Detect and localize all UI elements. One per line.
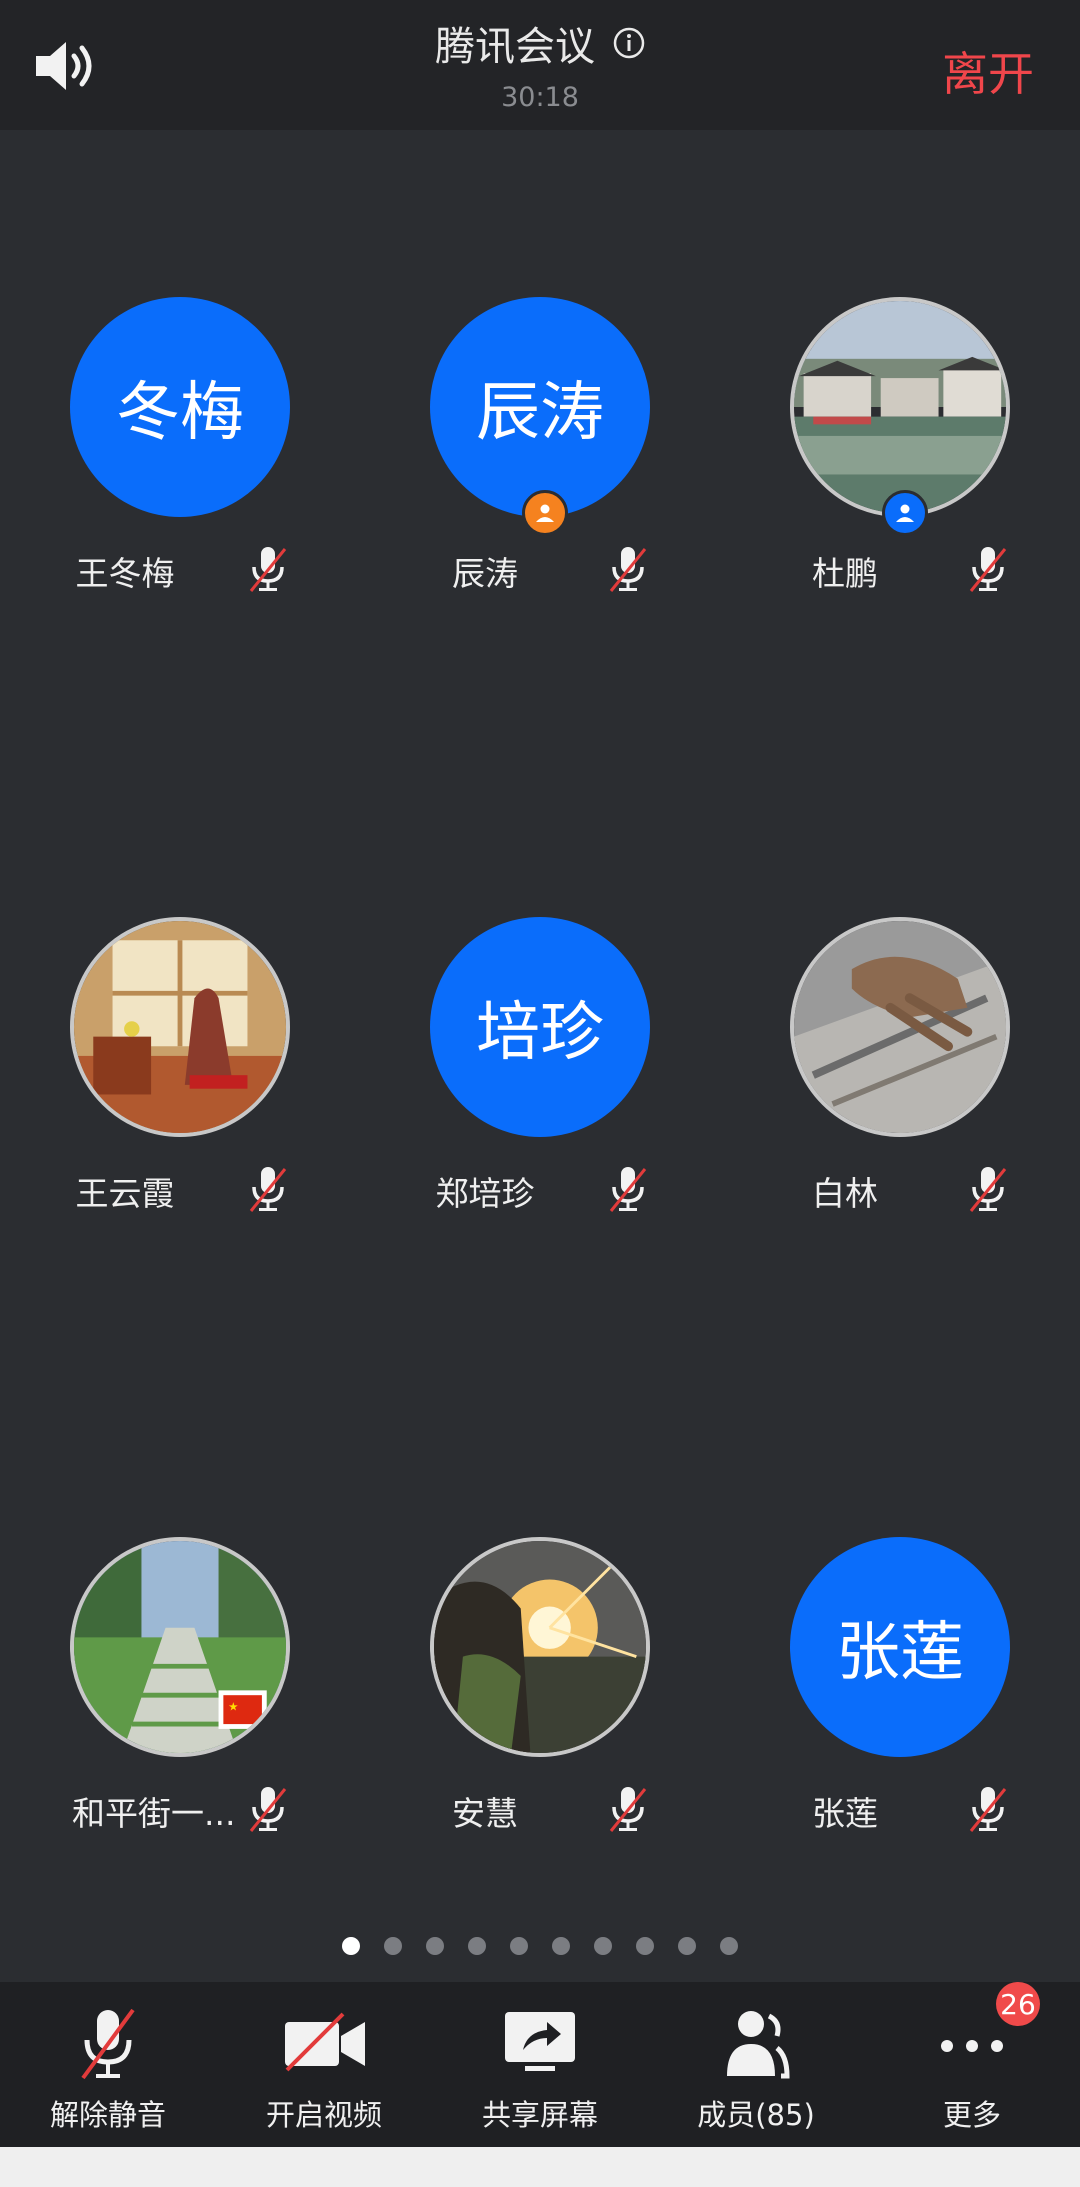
share-screen-label: 共享屏幕 (481, 2098, 598, 2132)
participant-tile[interactable]: 张莲 张莲 (720, 1537, 1080, 1867)
avatar: 培珍 (430, 917, 650, 1137)
mic-muted-icon (249, 1167, 287, 1212)
page-dot[interactable] (594, 1937, 612, 1955)
avatar (790, 297, 1010, 517)
participant-tile[interactable]: 培珍 郑培珍 (360, 917, 720, 1247)
meeting-title[interactable]: 腾讯会议 (435, 14, 645, 72)
video-off-icon (285, 2012, 365, 2072)
unmute-label: 解除静音 (49, 2098, 166, 2132)
share-screen-icon (505, 2012, 575, 2071)
garden-path-photo: ★ (74, 1541, 286, 1753)
more-button[interactable]: 26 更多 (864, 1982, 1080, 2147)
members-icon (727, 2011, 790, 2079)
avatar: 张莲 (790, 1537, 1010, 1757)
page-dot[interactable] (720, 1937, 738, 1955)
page-dot[interactable] (636, 1937, 654, 1955)
start-video-button[interactable]: 开启视频 (216, 1982, 432, 2147)
avatar: ★ (70, 1537, 290, 1757)
page-dot[interactable] (678, 1937, 696, 1955)
meeting-title-text: 腾讯会议 (435, 24, 595, 70)
participant-tile[interactable]: 杜鹏 (720, 297, 1080, 627)
participant-tile[interactable]: 安慧 (360, 1537, 720, 1867)
start-video-label: 开启视频 (265, 2098, 382, 2132)
participant-name: 和平街一... (72, 1794, 236, 1833)
info-icon[interactable] (613, 27, 645, 59)
participant-name: 张莲 (812, 1794, 878, 1833)
page-dot[interactable] (342, 1937, 360, 1955)
landscape-photo (794, 301, 1006, 513)
participant-tile[interactable]: ★ 和平街一... (0, 1537, 360, 1867)
sunset-photo (434, 1541, 646, 1753)
mic-muted-icon (969, 547, 1007, 592)
painting-photo (74, 921, 286, 1133)
unmute-button[interactable]: 解除静音 (0, 1982, 216, 2147)
meeting-timer: 30:18 (501, 82, 579, 113)
page-dot[interactable] (384, 1937, 402, 1955)
mic-muted-icon (969, 1167, 1007, 1212)
svg-text:★: ★ (228, 1700, 238, 1714)
participant-name: 郑培珍 (435, 1174, 535, 1213)
top-bar: 腾讯会议 30:18 离开 (0, 0, 1080, 130)
co-host-badge-icon (882, 490, 928, 536)
more-count-badge: 26 (996, 1982, 1040, 2026)
participant-tile[interactable]: 冬梅 王冬梅 (0, 297, 360, 627)
participant-tile[interactable]: 王云霞 (0, 917, 360, 1247)
avatar (430, 1537, 650, 1757)
share-screen-button[interactable]: 共享屏幕 (432, 1982, 648, 2147)
mic-muted-icon (249, 1787, 287, 1832)
participant-name: 王冬梅 (75, 554, 175, 593)
avatar: 辰涛 (430, 297, 650, 517)
participant-name: 辰涛 (452, 554, 518, 593)
mic-muted-icon (249, 547, 287, 592)
participant-name: 安慧 (452, 1794, 518, 1833)
mic-muted-icon (609, 1787, 647, 1832)
page-dot[interactable] (468, 1937, 486, 1955)
hand-rock-photo (794, 921, 1006, 1133)
page-dot[interactable] (426, 1937, 444, 1955)
mic-muted-icon (969, 1787, 1007, 1832)
avatar: 冬梅 (70, 297, 290, 517)
avatar (790, 917, 1010, 1137)
members-label: 成员(85) (697, 2098, 815, 2132)
page-indicator[interactable] (0, 1937, 1080, 1955)
mic-muted-icon (81, 2008, 135, 2080)
participant-name: 白林 (812, 1174, 878, 1213)
avatar (70, 917, 290, 1137)
system-nav-bar (0, 2147, 1080, 2187)
mic-muted-icon (609, 547, 647, 592)
participant-tile[interactable]: 白林 (720, 917, 1080, 1247)
participant-name: 王云霞 (75, 1174, 175, 1213)
more-label: 更多 (942, 2098, 1001, 2132)
participant-name: 杜鹏 (812, 554, 878, 593)
page-dot[interactable] (510, 1937, 528, 1955)
leave-button[interactable]: 离开 (942, 38, 1034, 104)
bottom-toolbar: 解除静音 开启视频 共享屏幕 成员(85) 26 更多 (0, 1982, 1080, 2147)
mic-muted-icon (609, 1167, 647, 1212)
host-badge-icon (522, 490, 568, 536)
members-button[interactable]: 成员(85) (648, 1982, 864, 2147)
participant-tile[interactable]: 辰涛 辰涛 (360, 297, 720, 627)
page-dot[interactable] (552, 1937, 570, 1955)
